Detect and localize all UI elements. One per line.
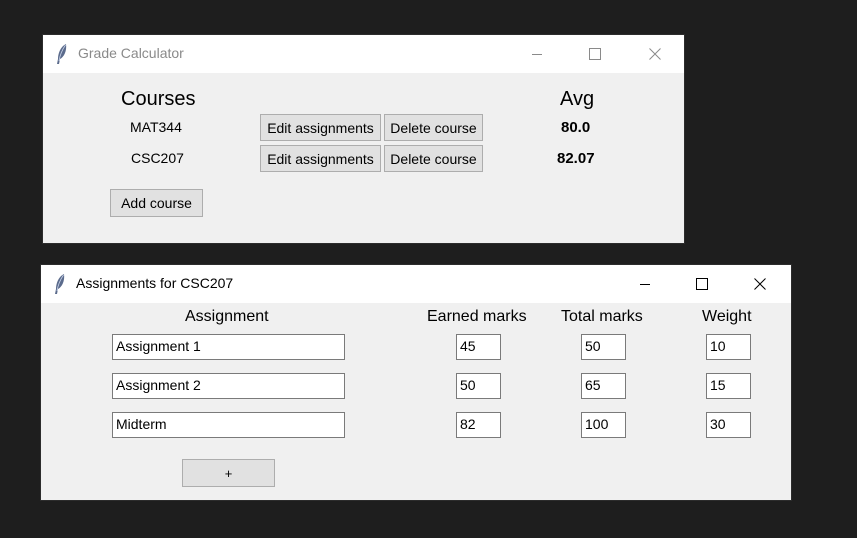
total-marks-column-header: Total marks: [561, 308, 643, 325]
close-icon: [649, 48, 661, 60]
total-marks-field[interactable]: 100: [581, 412, 626, 438]
course-name: MAT344: [130, 119, 182, 135]
minimize-icon: [639, 278, 651, 290]
assignments-content: Assignment Earned marks Total marks Weig…: [41, 303, 791, 500]
maximize-button[interactable]: [673, 265, 731, 303]
add-assignment-button[interactable]: +: [182, 459, 275, 487]
assignment-name-field[interactable]: Midterm: [112, 412, 345, 438]
delete-course-button[interactable]: Delete course: [384, 114, 483, 141]
assignment-name-field[interactable]: Assignment 1: [112, 334, 345, 360]
earned-marks-field[interactable]: 45: [456, 334, 501, 360]
assignment-column-header: Assignment: [185, 308, 269, 325]
grade-calculator-window: Grade Calculator Courses Avg MAT344 Edit…: [43, 35, 684, 243]
weight-field[interactable]: 30: [706, 412, 751, 438]
edit-assignments-button[interactable]: Edit assignments: [260, 114, 381, 141]
minimize-button[interactable]: [508, 35, 566, 73]
total-marks-field[interactable]: 65: [581, 373, 626, 399]
course-avg: 82.07: [557, 150, 595, 167]
weight-field[interactable]: 10: [706, 334, 751, 360]
window-title: Grade Calculator: [78, 45, 184, 61]
courses-header: Courses: [121, 88, 196, 110]
edit-assignments-button[interactable]: Edit assignments: [260, 145, 381, 172]
feather-icon: [53, 273, 67, 295]
assignment-name-field[interactable]: Assignment 2: [112, 373, 345, 399]
add-course-button[interactable]: Add course: [110, 189, 203, 217]
earned-marks-field[interactable]: 82: [456, 412, 501, 438]
course-avg: 80.0: [561, 119, 591, 136]
close-button[interactable]: [731, 265, 789, 303]
close-icon: [754, 278, 766, 290]
close-button[interactable]: [626, 35, 684, 73]
delete-course-button[interactable]: Delete course: [384, 145, 483, 172]
earned-marks-field[interactable]: 50: [456, 373, 501, 399]
minimize-icon: [531, 48, 543, 60]
avg-header: Avg: [560, 88, 595, 110]
feather-icon: [55, 43, 69, 65]
weight-field[interactable]: 15: [706, 373, 751, 399]
course-name: CSC207: [131, 150, 184, 166]
total-marks-field[interactable]: 50: [581, 334, 626, 360]
grade-calculator-titlebar[interactable]: Grade Calculator: [43, 35, 684, 73]
window-title: Assignments for CSC207: [76, 275, 234, 291]
minimize-button[interactable]: [616, 265, 674, 303]
assignments-titlebar[interactable]: Assignments for CSC207: [41, 265, 791, 303]
maximize-icon: [696, 278, 708, 290]
assignments-window: Assignments for CSC207 Assignment Earned…: [41, 265, 791, 500]
earned-marks-column-header: Earned marks: [427, 308, 527, 325]
weight-column-header: Weight: [702, 308, 752, 325]
grade-calculator-content: Courses Avg MAT344 Edit assignments Dele…: [43, 73, 684, 243]
maximize-icon: [589, 48, 601, 60]
maximize-button[interactable]: [566, 35, 624, 73]
